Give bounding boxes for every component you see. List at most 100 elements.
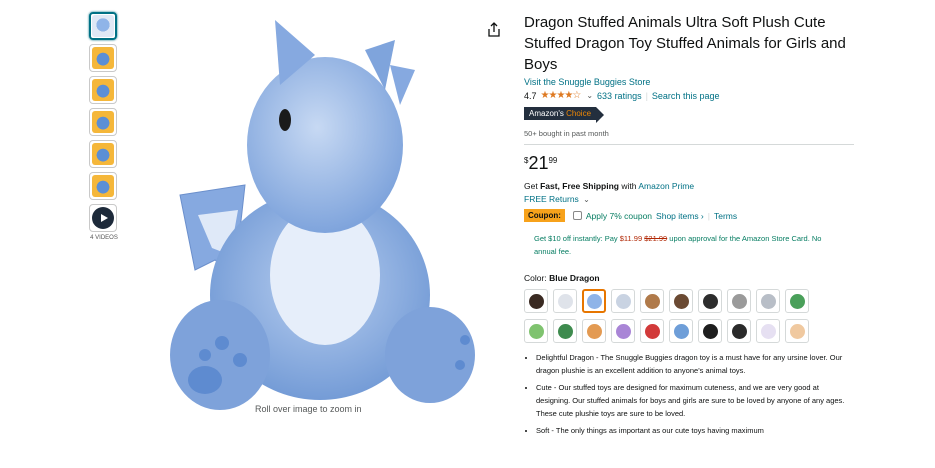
share-icon[interactable] [487, 22, 501, 38]
store-link[interactable]: Visit the Snuggle Buggies Store [524, 77, 854, 87]
color-swatch-7[interactable] [698, 289, 722, 313]
swatch-image [789, 323, 805, 339]
divider: | [707, 210, 710, 221]
plush-dragon-thumb [92, 47, 114, 69]
main-product-image[interactable] [160, 10, 490, 410]
chevron-down-icon: ⌄ [583, 195, 590, 204]
swatch-image [702, 323, 718, 339]
apply-coupon-label[interactable]: Apply 7% coupon [586, 211, 652, 221]
coupon-terms-link[interactable]: Terms [714, 211, 737, 221]
swatch-image [644, 293, 660, 309]
color-swatch-8[interactable] [727, 289, 751, 313]
color-value: Blue Dragon [549, 273, 600, 283]
bought-count: 50+ bought in past month [524, 129, 609, 138]
videos-label: 4 VIDEOS [90, 235, 118, 241]
feature-bullets: Delightful Dragon - The Snuggle Buggies … [524, 351, 854, 437]
swatch-image [586, 293, 602, 309]
color-swatch-18[interactable] [727, 319, 751, 343]
swatch-image [673, 323, 689, 339]
divider [524, 144, 854, 145]
feature-bullet: Cute - Our stuffed toys are designed for… [536, 381, 854, 420]
store-card-offer[interactable]: Get $10 off instantly: Pay $11.99 $21.99… [524, 232, 844, 258]
color-swatch-2[interactable] [553, 289, 577, 313]
thumbnail-strip: 4 VIDEOS [89, 12, 119, 241]
ship-bold: Fast, Free Shipping [540, 181, 619, 191]
color-swatches [524, 289, 854, 343]
offer-text: Get $10 off instantly: Pay [534, 234, 618, 243]
color-swatch-14[interactable] [611, 319, 635, 343]
color-swatch-9[interactable] [756, 289, 780, 313]
color-swatch-10[interactable] [785, 289, 809, 313]
search-page-link[interactable]: Search this page [652, 91, 720, 101]
color-swatch-3[interactable] [582, 289, 606, 313]
product-details: Dragon Stuffed Animals Ultra Soft Plush … [524, 12, 854, 441]
swatch-image [760, 323, 776, 339]
swatch-image [731, 323, 747, 339]
color-swatch-15[interactable] [640, 319, 664, 343]
play-icon [92, 207, 114, 229]
color-label: Color: Blue Dragon [524, 273, 854, 283]
star-rating-icon[interactable]: ★★★★☆ [541, 90, 582, 101]
color-swatch-19[interactable] [756, 319, 780, 343]
swatch-image [615, 293, 631, 309]
offer-price: $11.99 [619, 234, 643, 243]
price-fraction: 99 [548, 156, 558, 165]
coupon-row: Coupon: Apply 7% coupon Shop items › | T… [524, 209, 854, 222]
plush-dragon-thumb [92, 175, 114, 197]
swatch-image [644, 323, 660, 339]
color-swatch-6[interactable] [669, 289, 693, 313]
thumbnail-7[interactable] [89, 204, 117, 232]
zoom-hint: Roll over image to zoom in [255, 404, 362, 414]
returns-label: FREE Returns [524, 194, 579, 204]
swatch-image [528, 323, 544, 339]
swatch-image [615, 323, 631, 339]
product-title: Dragon Stuffed Animals Ultra Soft Plush … [524, 14, 846, 73]
offer-strike-price: $21.99 [644, 234, 668, 243]
price-whole: 21 [528, 153, 549, 173]
shipping-info: Get Fast, Free Shipping with Amazon Prim… [524, 181, 854, 191]
feature-bullet: Delightful Dragon - The Snuggle Buggies … [536, 351, 854, 377]
plush-dragon-thumb [92, 15, 114, 37]
plush-dragon-thumb [92, 79, 114, 101]
swatch-image [760, 293, 776, 309]
rating-value: 4.7 [524, 90, 537, 101]
free-returns-link[interactable]: FREE Returns ⌄ [524, 194, 854, 204]
swatch-image [528, 293, 544, 309]
color-swatch-20[interactable] [785, 319, 809, 343]
coupon-checkbox[interactable] [572, 211, 582, 220]
rating-row: 4.7 ★★★★☆ ⌄ 633 ratings | Search this pa… [524, 90, 854, 101]
badge-suffix: Choice [566, 109, 592, 118]
swatch-image [586, 323, 602, 339]
color-swatch-1[interactable] [524, 289, 548, 313]
swatch-image [702, 293, 718, 309]
thumbnail-5[interactable] [89, 140, 117, 168]
badge-prefix: Amazon's [529, 109, 564, 118]
chevron-down-icon[interactable]: ⌄ [586, 91, 593, 100]
color-swatch-4[interactable] [611, 289, 635, 313]
amazons-choice-badge[interactable]: Amazon's Choice [524, 107, 605, 123]
thumbnail-3[interactable] [89, 76, 117, 104]
color-swatch-13[interactable] [582, 319, 606, 343]
divider: | [645, 90, 648, 101]
ship-mid: with [621, 181, 637, 191]
thumbnail-4[interactable] [89, 108, 117, 136]
plush-dragon-thumb [92, 143, 114, 165]
coupon-tag: Coupon: [524, 209, 565, 222]
color-swatch-12[interactable] [553, 319, 577, 343]
feature-bullet: Soft - The only things as important as o… [536, 424, 854, 437]
thumbnail-6[interactable] [89, 172, 117, 200]
color-swatch-5[interactable] [640, 289, 664, 313]
color-swatch-16[interactable] [669, 319, 693, 343]
swatch-image [557, 323, 573, 339]
color-label-text: Color: [524, 273, 547, 283]
color-swatch-17[interactable] [698, 319, 722, 343]
ship-prefix: Get [524, 181, 538, 191]
swatch-image [731, 293, 747, 309]
prime-link[interactable]: Amazon Prime [638, 181, 694, 191]
shop-items-link[interactable]: Shop items › [656, 211, 704, 221]
ratings-count-link[interactable]: 633 ratings [597, 91, 642, 101]
price: $ 21 99 [524, 154, 854, 172]
thumbnail-2[interactable] [89, 44, 117, 72]
color-swatch-11[interactable] [524, 319, 548, 343]
thumbnail-1[interactable] [89, 12, 117, 40]
